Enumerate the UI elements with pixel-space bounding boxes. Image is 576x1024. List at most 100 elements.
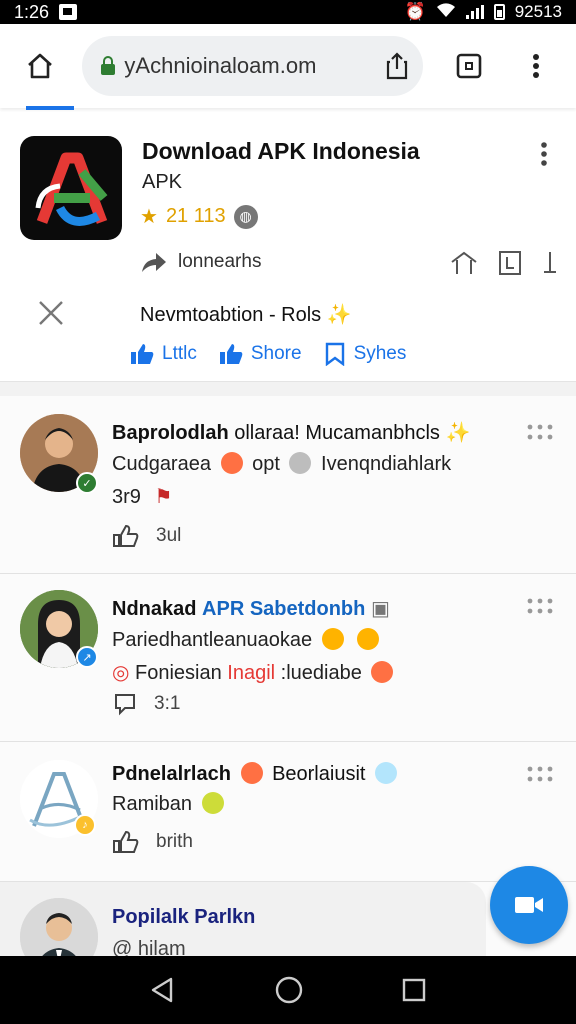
verified-badge-icon: ✓ bbox=[76, 472, 98, 494]
like-count: 3ul bbox=[156, 525, 182, 546]
tabs-button[interactable] bbox=[443, 39, 495, 93]
author-extra: ollaraa! Mucamanbhcls bbox=[234, 422, 440, 444]
post-text: Cudgaraea opt Ivenqndiahlark bbox=[112, 452, 451, 476]
post-text-2: opt bbox=[252, 453, 280, 475]
post-meta[interactable]: 3:1 bbox=[112, 692, 180, 716]
thumbs-up-icon bbox=[131, 344, 154, 364]
post-meta[interactable]: brith bbox=[112, 830, 193, 854]
emoji-icon bbox=[289, 452, 312, 474]
pin-icon[interactable] bbox=[542, 250, 558, 276]
target-icon: ◎ bbox=[112, 662, 130, 684]
app-card: Download APK Indonesia APK ★ 21 113 ◍ lo… bbox=[0, 112, 576, 382]
back-icon[interactable] bbox=[149, 976, 177, 1004]
browser-toolbar: yAchnioinaloam.om bbox=[0, 24, 576, 108]
forward-share-icon bbox=[142, 253, 166, 272]
globe-icon: ◍ bbox=[233, 204, 258, 229]
home-icon bbox=[28, 53, 53, 79]
close-icon bbox=[39, 301, 63, 325]
post-menu-button[interactable] bbox=[526, 424, 554, 445]
save-action[interactable]: Syhes bbox=[324, 342, 406, 366]
like-action[interactable]: Lttlc bbox=[130, 342, 197, 366]
list-item[interactable]: Popilalk Parlkn @ hilam bbox=[0, 882, 486, 976]
house-outline-icon[interactable] bbox=[450, 250, 478, 276]
post-subtext-3: :luediabe bbox=[280, 662, 362, 684]
emoji-icon bbox=[375, 762, 398, 784]
rating-value: 21 113 bbox=[165, 205, 226, 227]
share-action[interactable]: Shore bbox=[219, 342, 302, 366]
app-rating: ★ 21 113 ◍ bbox=[140, 204, 258, 229]
like-outline-icon bbox=[113, 830, 139, 853]
emoji-icon bbox=[371, 661, 394, 683]
video-icon bbox=[515, 897, 543, 913]
author-name: Ndnakad bbox=[112, 598, 197, 620]
app-subtitle: APK bbox=[142, 171, 183, 193]
list-item[interactable]: ♪ Pdnelalrlach Beorlaiusit Ramiban brith bbox=[0, 742, 576, 882]
wifi-icon bbox=[436, 2, 456, 23]
alarm-icon: ⏰ bbox=[404, 2, 426, 21]
like-count: brith bbox=[156, 831, 193, 852]
post-meta[interactable]: 3ul bbox=[112, 524, 181, 548]
system-nav-bar bbox=[0, 956, 576, 1024]
author-page[interactable]: APR Sabetdonbh bbox=[202, 598, 365, 620]
video-call-fab[interactable] bbox=[490, 866, 568, 944]
post-subtext-2: Inagil bbox=[227, 662, 276, 684]
author-name: Baprolodlah bbox=[112, 422, 229, 444]
reply-count: 3:1 bbox=[154, 693, 181, 714]
url-text: yAchnioinaloam.om bbox=[124, 53, 317, 78]
battery-icon bbox=[493, 4, 505, 20]
like-outline-icon bbox=[113, 524, 139, 547]
post-subtext: 3r9 bbox=[112, 486, 141, 508]
comment-feed: ✓ Baprolodlah ollaraa! Mucamanbhcls ✨ Cu… bbox=[0, 396, 576, 956]
emoji-icon bbox=[201, 792, 224, 814]
share-icon[interactable] bbox=[385, 52, 409, 80]
emoji-icon bbox=[240, 762, 263, 784]
emoji-icon bbox=[357, 628, 380, 650]
post-text-3: Ivenqndiahlark bbox=[321, 453, 452, 475]
card-tool-icons bbox=[450, 250, 558, 276]
post-subtext-1: Foniesian bbox=[135, 662, 222, 684]
notification-flag-icon bbox=[59, 4, 78, 20]
notification-label: Nevmtoabtion - Rols bbox=[140, 304, 322, 326]
emoji-icon bbox=[220, 452, 243, 474]
app-title[interactable]: Download APK Indonesia bbox=[142, 138, 420, 165]
home-button[interactable] bbox=[14, 39, 66, 93]
star-icon: ★ bbox=[140, 206, 158, 228]
notification-text: Nevmtoabtion - Rols ✨ bbox=[140, 302, 352, 327]
action-row: Lttlc Shore Syhes bbox=[130, 342, 406, 366]
author-name: Popilalk Parlkn bbox=[112, 906, 256, 928]
post-menu-button[interactable] bbox=[526, 598, 554, 619]
emoji-icon bbox=[321, 628, 344, 650]
box-icon: ▣ bbox=[370, 598, 390, 620]
flag-icon: ⚑ bbox=[154, 486, 173, 508]
post-author: Popilalk Parlkn bbox=[112, 906, 255, 929]
post-subline: 3r9 ⚑ bbox=[112, 484, 172, 509]
close-notification-button[interactable] bbox=[36, 298, 66, 333]
address-bar[interactable]: yAchnioinaloam.om bbox=[82, 36, 424, 96]
browser-menu-button[interactable] bbox=[510, 39, 562, 93]
status-right-text: 92513 bbox=[514, 2, 562, 21]
more-grid-icon bbox=[527, 598, 553, 614]
post-author: Pdnelalrlach Beorlaiusit bbox=[112, 762, 401, 786]
bookmark-icon bbox=[325, 342, 344, 366]
section-divider bbox=[0, 382, 576, 396]
post-text-1: Ramiban bbox=[112, 793, 193, 815]
post-text: Pariedhantleanuaokae bbox=[112, 628, 383, 652]
list-item[interactable]: ↗ Ndnakad APR Sabetdonbh ▣ Pariedhantlea… bbox=[0, 574, 576, 742]
post-menu-button[interactable] bbox=[526, 766, 554, 787]
share-row[interactable]: lonnearhs bbox=[140, 250, 261, 274]
recents-icon[interactable] bbox=[401, 977, 427, 1003]
document-icon[interactable] bbox=[498, 250, 522, 276]
author-name: Pdnelalrlach bbox=[112, 763, 231, 785]
list-item[interactable]: ✓ Baprolodlah ollaraa! Mucamanbhcls ✨ Cu… bbox=[0, 396, 576, 574]
link-badge-icon: ↗ bbox=[76, 646, 98, 668]
home-circle-icon[interactable] bbox=[274, 975, 304, 1005]
app-logo[interactable] bbox=[20, 136, 122, 240]
tabs-icon bbox=[457, 53, 482, 79]
thumbs-up-icon bbox=[219, 344, 243, 364]
status-bar: 1:26 ⏰ 92513 bbox=[0, 0, 576, 24]
app-card-menu-button[interactable] bbox=[540, 142, 548, 171]
reply-icon bbox=[115, 694, 135, 716]
author-extra: Beorlaiusit bbox=[272, 763, 366, 785]
bell-badge-icon: ♪ bbox=[74, 814, 96, 836]
sparkle-icon: ✨ bbox=[326, 304, 352, 326]
